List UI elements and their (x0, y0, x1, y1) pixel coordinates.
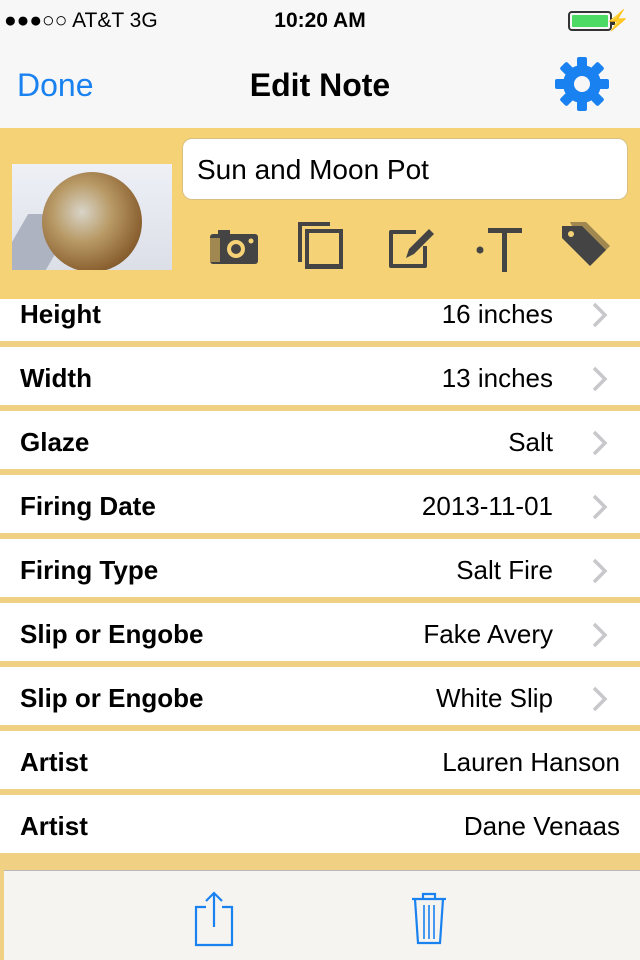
edit-icon[interactable] (386, 220, 446, 276)
field-value: 16 inches (441, 299, 553, 329)
field-row[interactable]: Width 13 inches (0, 347, 640, 411)
clock: 10:20 AM (274, 9, 366, 32)
chevron-right-icon (592, 430, 608, 456)
field-row: Artist Lauren Hanson (0, 731, 640, 795)
field-row[interactable]: Glaze Salt (0, 411, 640, 475)
field-value: Salt Fire (456, 555, 553, 585)
field-label: Slip or Engobe (20, 683, 204, 713)
field-row[interactable]: Firing Date 2013-11-01 (0, 475, 640, 539)
field-label: Artist (20, 747, 88, 777)
charging-icon: ⚡ (605, 10, 630, 32)
copy-icon[interactable] (298, 220, 358, 276)
text-icon[interactable] (472, 220, 532, 276)
tag-icon[interactable] (558, 220, 618, 276)
field-label: Height (20, 299, 101, 329)
field-value: 13 inches (441, 363, 553, 393)
note-header: Sun and Moon Pot (0, 128, 640, 302)
field-row[interactable]: Slip or Engobe White Slip (0, 667, 640, 731)
field-row[interactable]: Firing Type Salt Fire (0, 539, 640, 603)
field-label: Artist (20, 811, 88, 841)
field-label: Firing Type (20, 555, 159, 585)
camera-icon[interactable] (208, 220, 268, 276)
trash-icon[interactable] (410, 891, 460, 947)
gear-icon[interactable] (554, 56, 610, 112)
field-row: Artist Dane Venaas (0, 795, 640, 859)
chevron-right-icon (592, 366, 608, 392)
field-label: Glaze (20, 427, 90, 457)
navigation-bar: Done Edit Note (0, 40, 640, 128)
field-label: Slip or Engobe (20, 619, 204, 649)
share-icon[interactable] (192, 891, 242, 947)
field-label: Width (20, 363, 92, 393)
chevron-right-icon (592, 622, 608, 648)
field-value[interactable]: Lauren Hanson (442, 747, 620, 778)
field-value: White Slip (435, 683, 553, 713)
page-title: Edit Note (249, 67, 391, 103)
status-bar: ●●●○○ AT&T 3G 10:20 AM ⚡ (0, 0, 640, 40)
field-value: Fake Avery (423, 619, 553, 649)
chevron-right-icon (592, 494, 608, 520)
note-photo[interactable] (12, 164, 172, 270)
field-label: Firing Date (20, 491, 156, 521)
bottom-toolbar (4, 870, 640, 960)
field-value: 2013-11-01 (421, 491, 553, 521)
field-value: Salt (508, 427, 553, 457)
chevron-right-icon (592, 686, 608, 712)
chevron-right-icon (592, 558, 608, 584)
field-row[interactable]: Slip or Engobe Fake Avery (0, 603, 640, 667)
note-name-input[interactable]: Sun and Moon Pot (182, 138, 628, 200)
chevron-right-icon (592, 302, 608, 328)
field-value[interactable]: Dane Venaas (464, 811, 620, 842)
